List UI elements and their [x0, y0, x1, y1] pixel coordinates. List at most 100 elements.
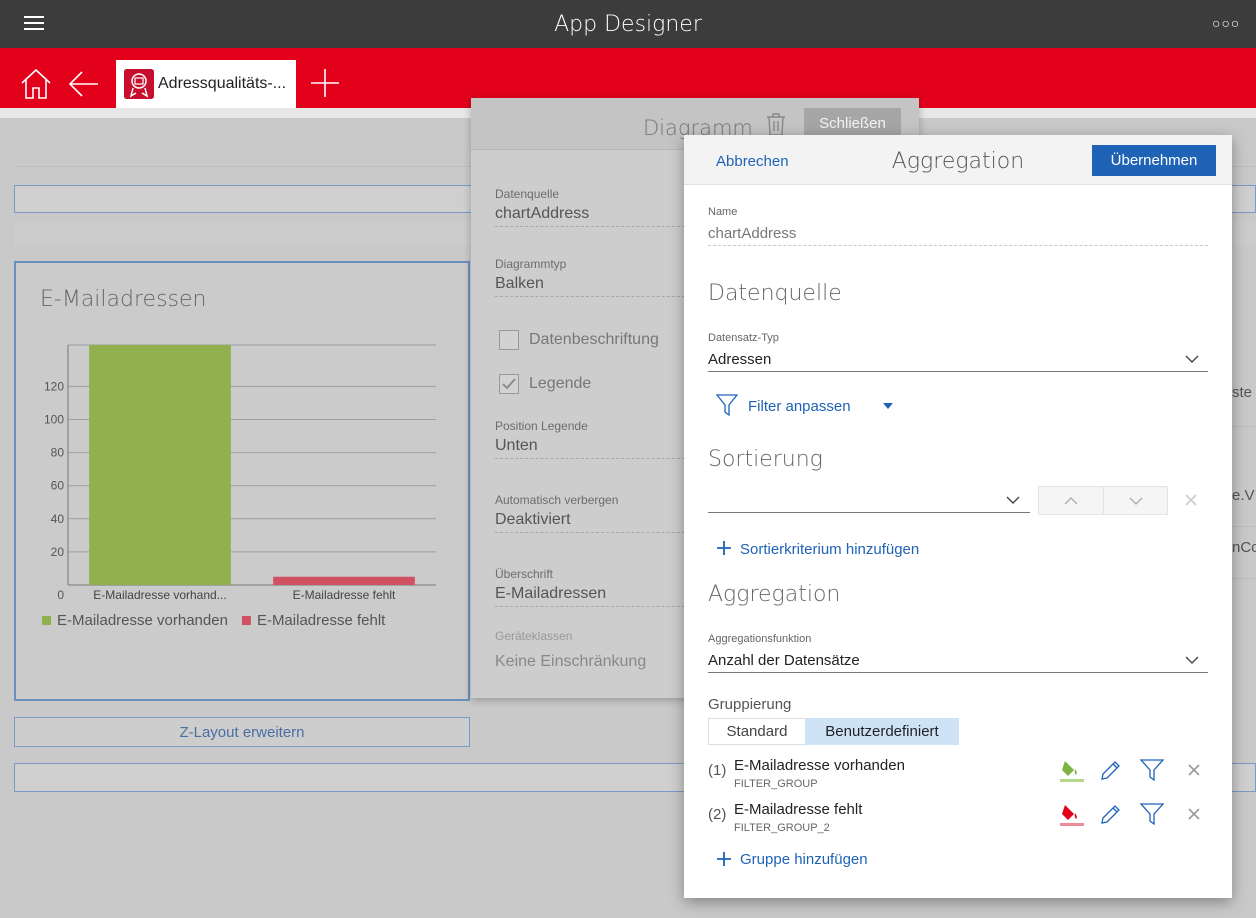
checkbox-label: Legende	[529, 375, 592, 392]
plus-icon[interactable]	[716, 540, 732, 556]
add-sort-link[interactable]: Sortierkriterium hinzufügen	[740, 541, 919, 558]
x-tick-label: E-Mailadresse fehlt	[293, 588, 396, 602]
field-underline	[708, 371, 1208, 372]
field-label: Position Legende	[495, 419, 588, 433]
right-fragment: ste	[1232, 384, 1253, 401]
field-underline	[708, 245, 1208, 246]
caret-down-icon[interactable]	[883, 403, 893, 409]
heading-value[interactable]: E-Mailadressen	[495, 585, 606, 603]
y-tick-label: 20	[51, 545, 65, 559]
field-label: Datenquelle	[495, 187, 560, 201]
field-underline	[495, 532, 695, 533]
datasource-heading: Datenquelle	[708, 281, 842, 306]
group-key: FILTER_GROUP	[734, 778, 818, 790]
autohide-value[interactable]: Deaktiviert	[495, 511, 571, 529]
field-label: Überschrift	[495, 567, 554, 581]
right-fragment: nCo	[1232, 539, 1256, 556]
field-label: Geräteklassen	[495, 629, 573, 643]
legend-label: E-Mailadresse fehlt	[257, 612, 386, 629]
field-underline	[495, 458, 695, 459]
sort-ascending-icon[interactable]	[1064, 496, 1078, 505]
legend-label: E-Mailadresse vorhanden	[57, 612, 228, 629]
field-label: Diagrammtyp	[495, 257, 567, 271]
paint-bucket-icon[interactable]	[1059, 757, 1085, 783]
group-row[interactable]: (1) E-Mailadresse vorhanden FILTER_GROUP	[684, 755, 1232, 795]
chart-title: E-Mailadressen	[40, 287, 207, 312]
divider	[1232, 426, 1256, 427]
home-icon[interactable]	[18, 66, 54, 102]
apply-button[interactable]: Übernehmen	[1092, 145, 1216, 176]
chevron-down-icon[interactable]	[1185, 354, 1199, 364]
record-type-label: Datensatz-Typ	[708, 332, 779, 344]
y-tick-label: 60	[51, 479, 65, 493]
bar	[89, 345, 231, 585]
remove-group-icon[interactable]	[1188, 764, 1200, 776]
device-classes-value[interactable]: Keine Einschränkung	[495, 653, 646, 671]
edit-pencil-icon[interactable]	[1098, 757, 1124, 783]
sort-descending-icon[interactable]	[1129, 497, 1143, 506]
edit-pencil-icon[interactable]	[1098, 801, 1124, 827]
remove-sort-icon[interactable]	[1185, 494, 1197, 506]
filter-icon[interactable]	[716, 393, 738, 417]
agg-func-label: Aggregationsfunktion	[708, 633, 812, 645]
filter-adjust-link[interactable]: Filter anpassen	[748, 398, 851, 415]
hamburger-menu-icon[interactable]	[24, 16, 44, 30]
bar	[273, 576, 415, 585]
group-name: E-Mailadresse vorhanden	[734, 757, 905, 774]
filter-icon[interactable]	[1139, 801, 1165, 827]
dialog-header: Abbrechen Aggregation Übernehmen	[684, 135, 1232, 185]
name-label: Name	[708, 206, 738, 218]
field-label: Automatisch verbergen	[495, 493, 619, 507]
sort-direction-group	[1038, 486, 1168, 515]
right-fragment: e.V	[1232, 487, 1255, 504]
y-tick-label: 80	[51, 446, 65, 460]
divider	[1103, 487, 1104, 514]
y-tick-label: 40	[51, 512, 65, 526]
y-tick-label: 0	[57, 588, 64, 602]
zlayout-expand-button[interactable]: Z-Layout erweitern	[14, 717, 470, 747]
bar-chart: 0 20 40 60 80 100 120 E-Mailadresse vorhand... E…	[42, 344, 436, 629]
sort-field-select[interactable]	[708, 512, 1030, 513]
y-tick-label: 120	[44, 379, 64, 393]
group-number: (1)	[708, 762, 727, 779]
datasource-value[interactable]: chartAddress	[495, 205, 589, 223]
legend-position-value[interactable]: Unten	[495, 437, 538, 455]
paint-bucket-icon[interactable]	[1059, 801, 1085, 827]
record-type-select[interactable]: Adressen	[708, 351, 771, 368]
add-tab-icon[interactable]	[310, 68, 340, 98]
tab-label: Adressqualitäts-...	[158, 75, 287, 92]
more-options-icon[interactable]: ○○○	[1212, 15, 1240, 31]
chart-widget[interactable]: E-Mailadressen 0 20 40 60 80 100 120 E-Mailadre…	[14, 261, 470, 701]
checkbox-legende[interactable]	[499, 374, 519, 394]
tab-adressqualitaet[interactable]: Adressqualitäts-...	[116, 60, 296, 108]
add-group-link[interactable]: Gruppe hinzufügen	[740, 851, 868, 868]
app-title: App Designer	[554, 12, 702, 37]
trash-icon[interactable]	[765, 112, 787, 136]
aggregation-dialog: Abbrechen Aggregation Übernehmen Name ch…	[684, 135, 1232, 898]
checkbox-label: Datenbeschriftung	[529, 331, 659, 348]
chevron-down-icon[interactable]	[1006, 495, 1020, 505]
field-underline	[708, 672, 1208, 673]
chevron-down-icon[interactable]	[1185, 655, 1199, 665]
remove-group-icon[interactable]	[1188, 808, 1200, 820]
group-number: (2)	[708, 806, 727, 823]
grouping-tab-custom[interactable]: Benutzerdefiniert	[805, 718, 959, 745]
grouping-label: Gruppierung	[708, 696, 792, 713]
checkbox-datenbeschriftung[interactable]	[499, 330, 519, 350]
name-field[interactable]: chartAddress	[708, 225, 796, 242]
grouping-tab-standard[interactable]: Standard	[708, 718, 806, 745]
aggregation-heading: Aggregation	[708, 582, 841, 607]
legend-swatch	[241, 616, 251, 625]
app-header: App Designer	[0, 0, 1256, 48]
group-row[interactable]: (2) E-Mailadresse fehlt FILTER_GROUP_2	[684, 799, 1232, 839]
back-arrow-icon[interactable]	[66, 66, 102, 102]
filter-icon[interactable]	[1139, 757, 1165, 783]
agg-func-select[interactable]: Anzahl der Datensätze	[708, 652, 860, 669]
charttype-value[interactable]: Balken	[495, 275, 544, 293]
group-key: FILTER_GROUP_2	[734, 822, 830, 834]
x-tick-label: E-Mailadresse vorhand...	[93, 588, 226, 602]
group-name: E-Mailadresse fehlt	[734, 801, 863, 818]
y-tick-label: 100	[44, 412, 64, 426]
plus-icon[interactable]	[716, 851, 732, 867]
checkmark-icon	[502, 378, 516, 390]
